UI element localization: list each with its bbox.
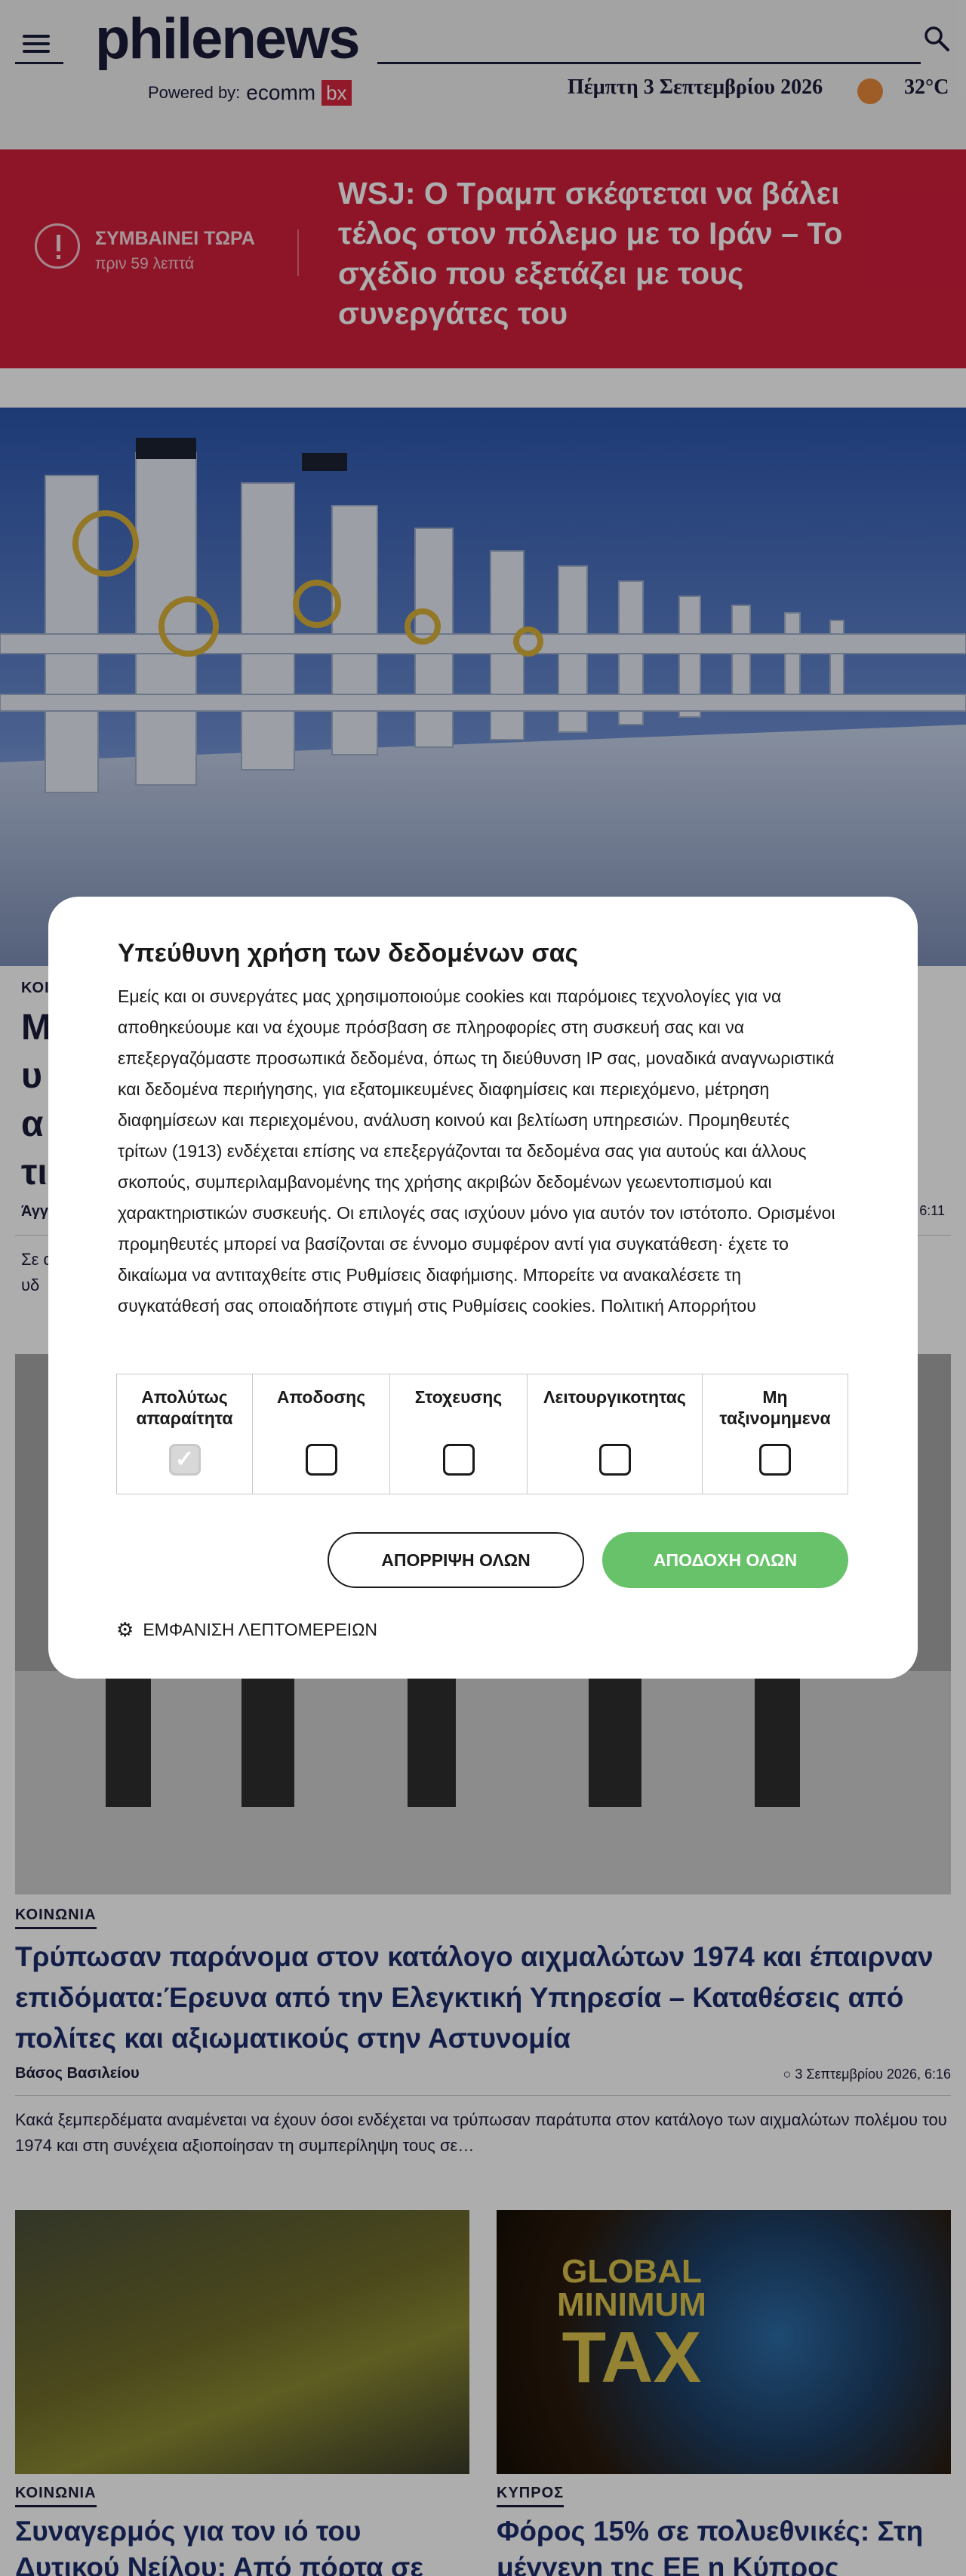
cookie-category-unclassified: Μη ταξινομημενα bbox=[703, 1374, 848, 1494]
functionality-checkbox[interactable] bbox=[598, 1444, 631, 1476]
cookie-category-necessary: Απολύτως απαραίτητα bbox=[117, 1374, 253, 1494]
accept-all-button[interactable]: ΑΠΟΔΟΧΗ ΟΛΩΝ bbox=[602, 1532, 848, 1588]
targeting-checkbox[interactable] bbox=[442, 1444, 475, 1476]
cookie-dialog-title: Υπεύθυνη χρήση των δεδομένων σας bbox=[118, 939, 579, 968]
cookie-dialog-text: Εμείς και οι συνεργάτες μας χρησιμοποιού… bbox=[118, 986, 835, 1316]
show-details-label: ΕΜΦΑΝΙΣΗ ΛΕΠΤΟΜΕΡΕΙΩΝ bbox=[143, 1620, 378, 1639]
cookie-categories: Απολύτως απαραίτητα Αποδοσης Στοχευσης Λ… bbox=[116, 1374, 848, 1494]
performance-checkbox[interactable] bbox=[305, 1444, 337, 1476]
show-details-link[interactable]: ⚙ ΕΜΦΑΝΙΣΗ ΛΕΠΤΟΜΕΡΕΙΩΝ bbox=[116, 1618, 377, 1642]
cookie-category-performance: Αποδοσης bbox=[253, 1374, 390, 1494]
gear-icon: ⚙ bbox=[116, 1618, 134, 1641]
unclassified-checkbox[interactable] bbox=[759, 1444, 791, 1476]
reject-all-button[interactable]: ΑΠΟΡΡΙΨΗ ΟΛΩΝ bbox=[328, 1532, 584, 1588]
cookie-category-targeting: Στοχευσης bbox=[390, 1374, 528, 1494]
cookie-consent-dialog: Υπεύθυνη χρήση των δεδομένων σας Εμείς κ… bbox=[48, 897, 918, 1679]
cookie-category-functionality: Λειτουργικοτητας bbox=[528, 1374, 703, 1494]
necessary-checkbox bbox=[168, 1444, 201, 1476]
